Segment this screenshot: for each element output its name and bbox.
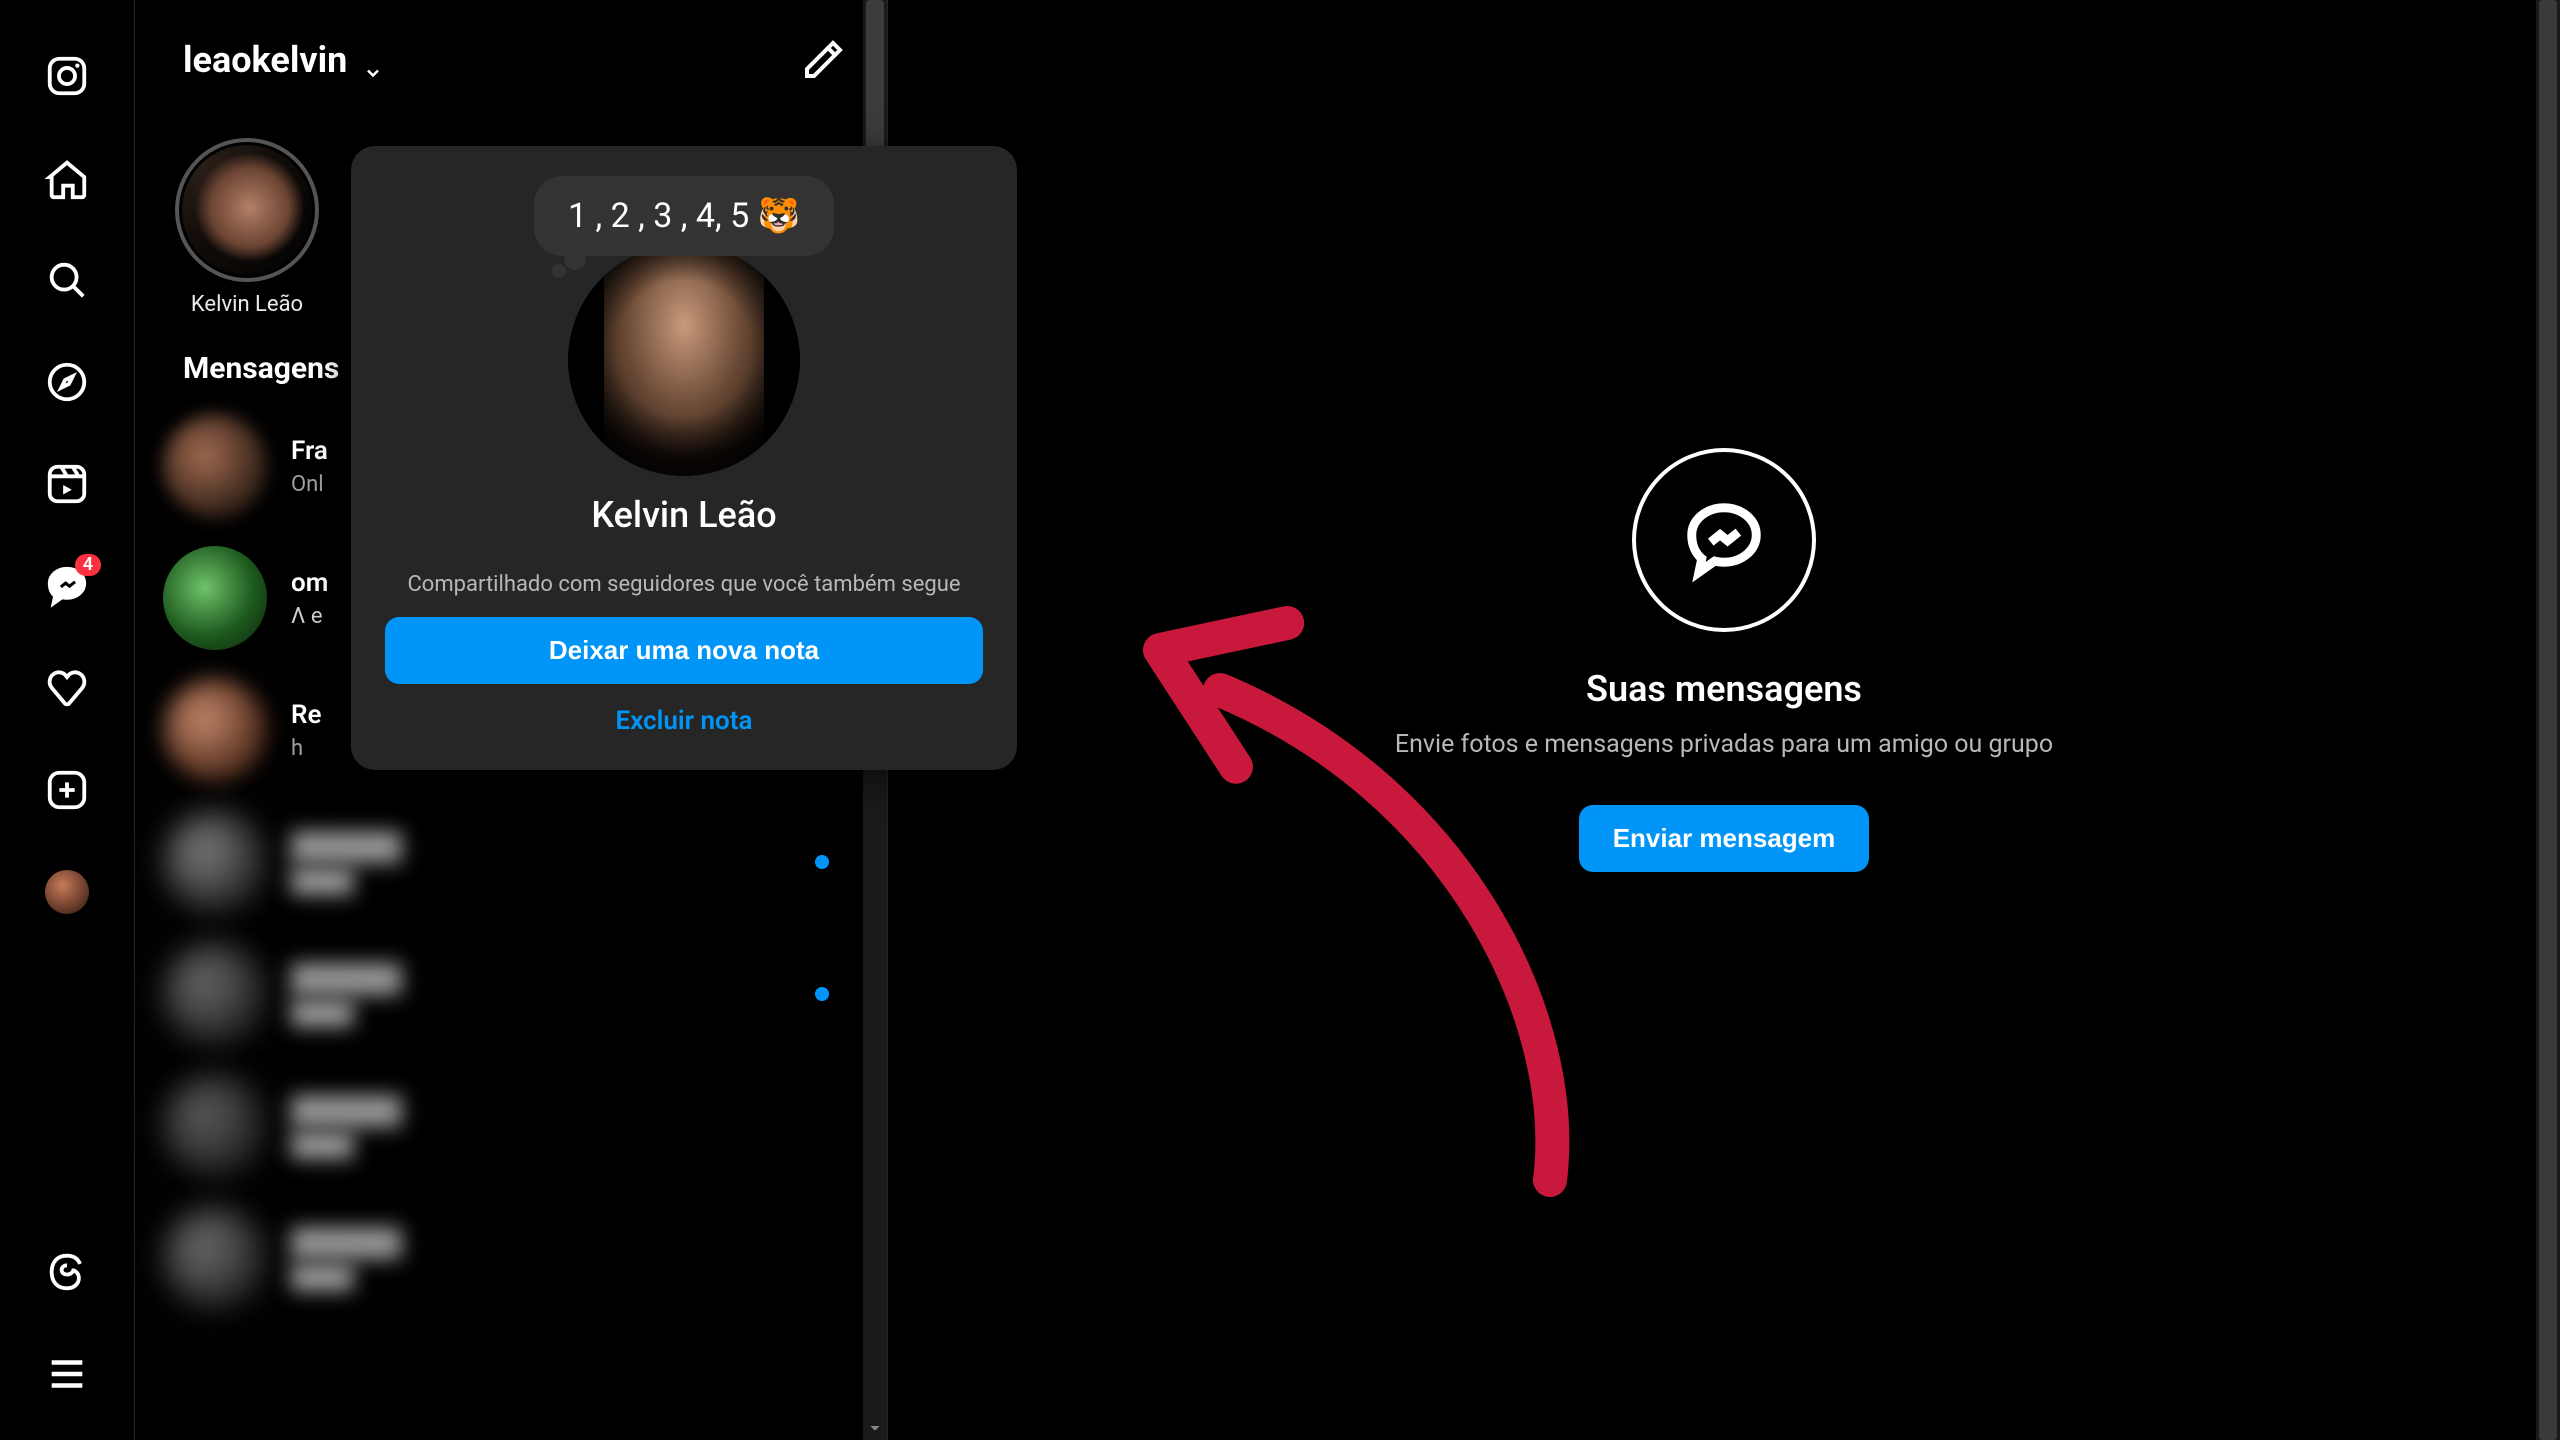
avatar-icon [45, 870, 89, 914]
note-label: Kelvin Leão [191, 292, 303, 317]
rail-bottom [41, 1246, 93, 1400]
chat-item[interactable]: ██████ ████ [163, 1060, 887, 1192]
chat-sub: Onl [291, 472, 328, 497]
chat-sub: ████ [291, 1132, 402, 1158]
rail-top: 4 [41, 50, 93, 918]
avatar-icon [163, 810, 267, 914]
nav-profile[interactable] [41, 866, 93, 918]
chat-sub: ████ [291, 1000, 402, 1026]
compose-button[interactable] [799, 36, 847, 84]
note-bubble[interactable]: 1 , 2 , 3 , 4, 5 🐯 [534, 176, 834, 256]
chat-name: om [291, 568, 328, 598]
nav-notifications[interactable] [41, 662, 93, 714]
main-scrollbar[interactable] [2536, 0, 2560, 1440]
note-popover: 1 , 2 , 3 , 4, 5 🐯 Kelvin Leão Compartil… [351, 146, 1017, 770]
avatar-icon [163, 546, 267, 650]
chat-sub: ████ [291, 1264, 402, 1290]
nav-create[interactable] [41, 764, 93, 816]
chat-text: ██████ ████ [291, 1095, 402, 1158]
empty-state: Suas mensagens Envie fotos e mensagens p… [1395, 448, 2053, 872]
username-switcher[interactable]: leaokelvin [183, 39, 383, 81]
unread-dot-icon [815, 987, 829, 1001]
nav-explore[interactable] [41, 356, 93, 408]
nav-rail: 4 [0, 0, 135, 1440]
chat-name: ██████ [291, 1095, 402, 1126]
chat-name: ██████ [291, 1227, 402, 1258]
chat-text: Re h [291, 700, 322, 761]
chat-text: ██████ ████ [291, 831, 402, 894]
send-message-button[interactable]: Enviar mensagem [1579, 805, 1870, 872]
username-label: leaokelvin [183, 39, 347, 81]
main-pane: Suas mensagens Envie fotos e mensagens p… [888, 0, 2560, 1440]
scrollbar-thumb[interactable] [2539, 0, 2557, 1440]
logo-instagram-icon[interactable] [41, 50, 93, 102]
chat-item[interactable]: ██████ ████ [163, 928, 887, 1060]
chat-name: ██████ [291, 831, 402, 862]
chat-name: Re [291, 700, 322, 730]
avatar-icon [163, 942, 267, 1046]
nav-messages[interactable]: 4 [41, 560, 93, 612]
unread-dot-icon [815, 855, 829, 869]
nav-more-menu[interactable] [41, 1348, 93, 1400]
chat-name: Fra [291, 436, 328, 466]
chat-snippet: Λ e [291, 604, 323, 629]
chevron-down-icon [363, 50, 383, 70]
new-note-button[interactable]: Deixar uma nova nota [385, 617, 983, 684]
inbox-header: leaokelvin [135, 0, 887, 120]
delete-note-link[interactable]: Excluir nota [616, 706, 753, 736]
scrollbar-arrow-down-icon[interactable] [863, 1418, 887, 1438]
avatar-large [568, 244, 800, 476]
nav-home[interactable] [41, 152, 93, 204]
chat-text: ██████ ████ [291, 963, 402, 1026]
app-root: 4 leaokelvin [0, 0, 2560, 1440]
modal-name: Kelvin Leão [591, 494, 776, 536]
note-avatar-ring [175, 138, 319, 282]
chat-item[interactable]: ██████ ████ [163, 1192, 887, 1324]
note-self[interactable]: Kelvin Leão [175, 138, 319, 317]
nav-threads[interactable] [41, 1246, 93, 1298]
messages-badge: 4 [75, 554, 101, 576]
empty-subtitle: Envie fotos e mensagens privadas para um… [1395, 730, 2053, 759]
chat-name: ██████ [291, 963, 402, 994]
chat-text: om Λ e [291, 568, 328, 629]
avatar-icon [163, 1074, 267, 1178]
chat-time: h [291, 736, 322, 761]
chat-text: ██████ ████ [291, 1227, 402, 1290]
avatar-icon [604, 244, 764, 476]
empty-title: Suas mensagens [1586, 668, 1862, 710]
avatar-icon [182, 145, 312, 275]
avatar-icon [163, 414, 267, 518]
nav-search[interactable] [41, 254, 93, 306]
avatar-icon [163, 1206, 267, 1310]
modal-desc: Compartilhado com seguidores que você ta… [407, 572, 960, 597]
avatar-icon [163, 678, 267, 782]
chat-sub: ████ [291, 868, 402, 894]
nav-reels[interactable] [41, 458, 93, 510]
messenger-icon [1632, 448, 1816, 632]
chat-text: Fra Onl [291, 436, 328, 497]
chat-item[interactable]: ██████ ████ [163, 796, 887, 928]
